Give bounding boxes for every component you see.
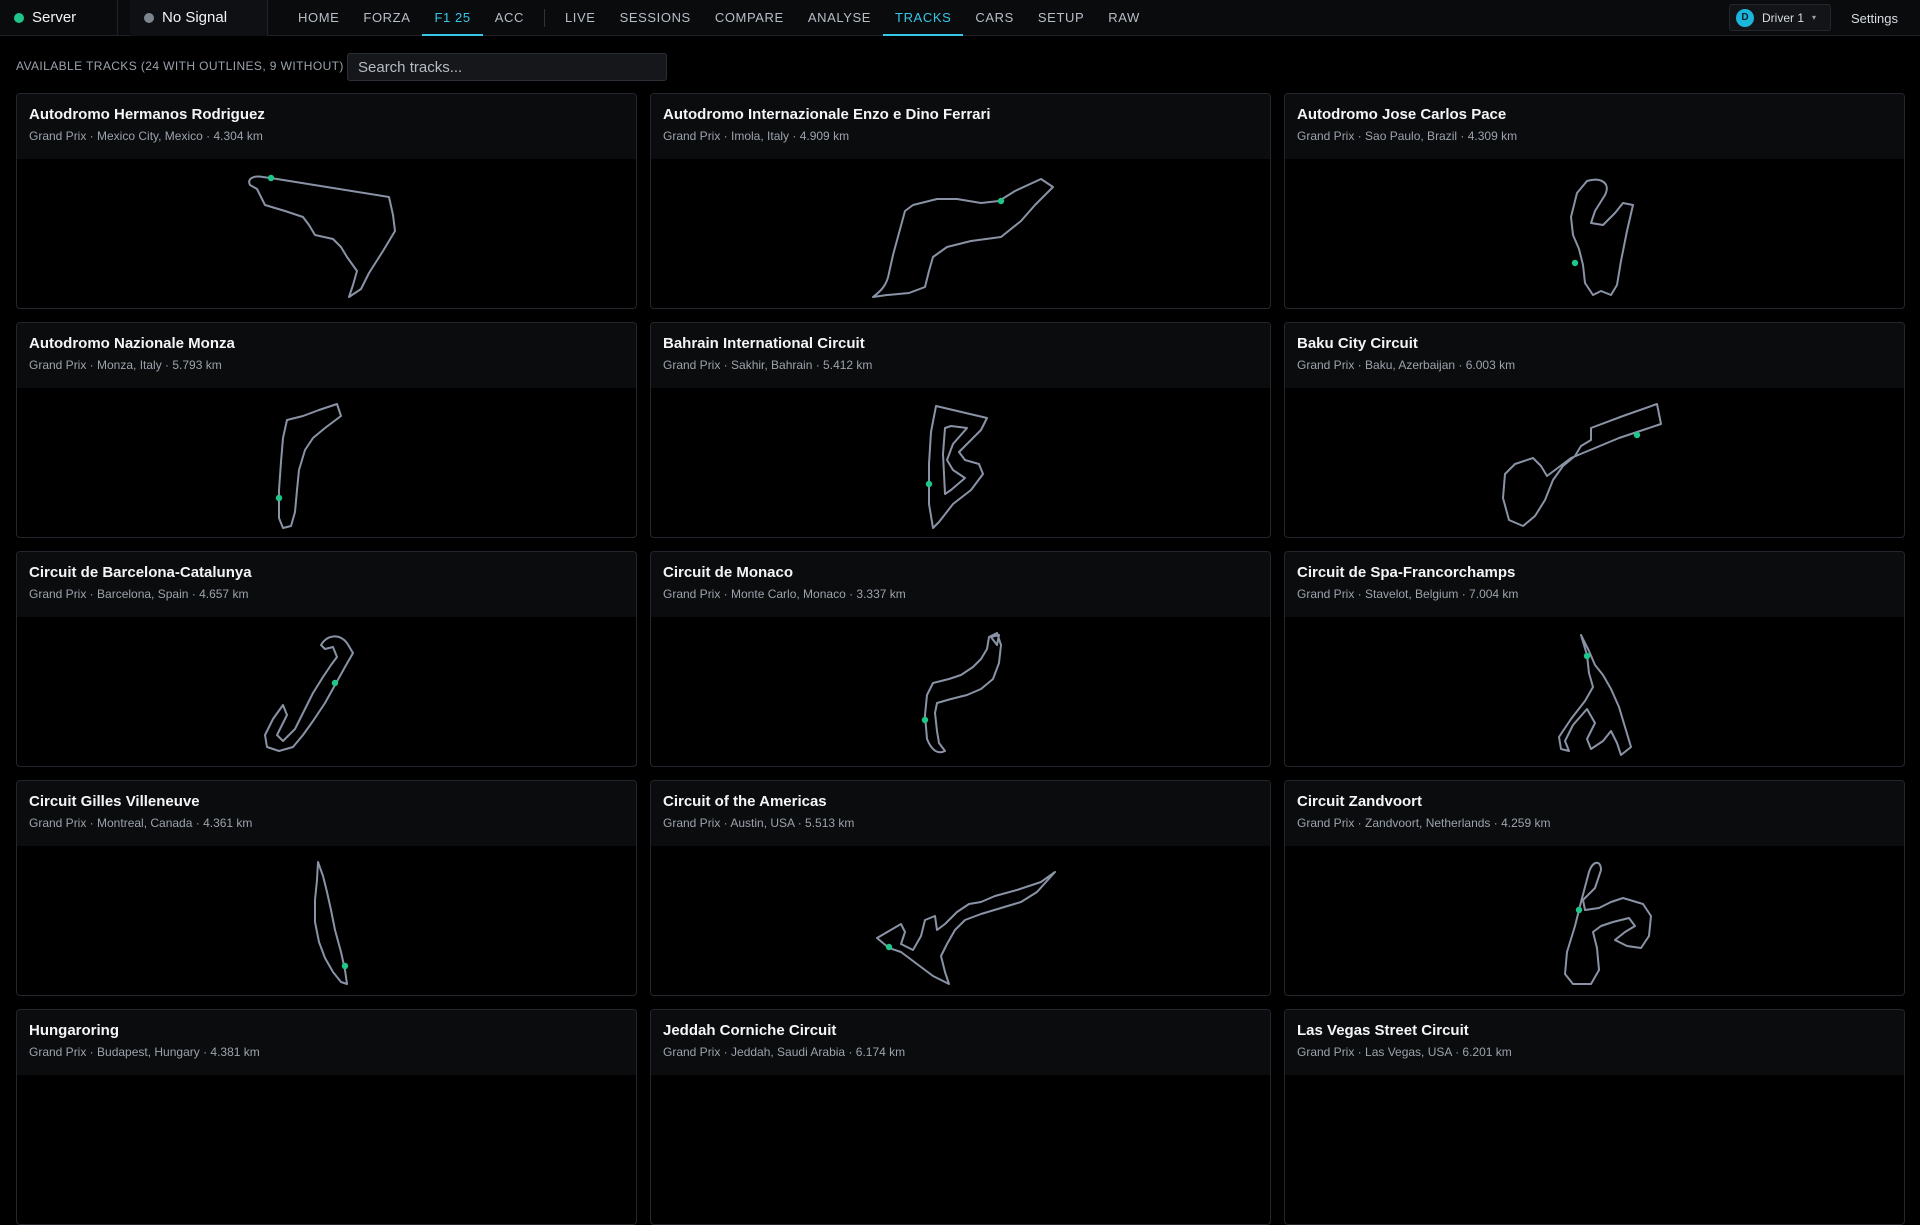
track-subtitle: Grand Prix · Barcelona, Spain · 4.657 km [29, 587, 249, 601]
nav-f1-25[interactable]: F1 25 [422, 0, 483, 36]
nav-divider [543, 8, 545, 27]
track-card[interactable]: Circuit de Barcelona-Catalunya Grand Pri… [16, 551, 637, 767]
nav-acc[interactable]: ACC [483, 0, 536, 36]
track-card[interactable]: Las Vegas Street Circuit Grand Prix · La… [1284, 1009, 1905, 1225]
track-subtitle: Grand Prix · Stavelot, Belgium · 7.004 k… [1297, 587, 1519, 601]
track-outline-zandvoort [1563, 861, 1652, 985]
track-outline-cota [875, 870, 1056, 985]
track-name: Autodromo Nazionale Monza [29, 335, 235, 352]
track-card[interactable]: Autodromo Jose Carlos Pace Grand Prix · … [1284, 93, 1905, 309]
track-outline-montreal [313, 860, 348, 985]
track-subtitle: Grand Prix · Monte Carlo, Monaco · 3.337… [663, 587, 906, 601]
track-grid: Autodromo Hermanos Rodriguez Grand Prix … [16, 93, 1905, 1225]
track-subtitle: Grand Prix · Jeddah, Saudi Arabia · 6.17… [663, 1045, 906, 1059]
track-card[interactable]: Circuit de Spa-Francorchamps Grand Prix … [1284, 551, 1905, 767]
main-nav: HOME FORZA F1 25 ACC LIVE SESSIONS COMPA… [286, 0, 1152, 36]
track-card[interactable]: Bahrain International Circuit Grand Prix… [650, 322, 1271, 538]
track-card[interactable]: Jeddah Corniche Circuit Grand Prix · Jed… [650, 1009, 1271, 1225]
nav-analyse[interactable]: ANALYSE [796, 0, 883, 36]
track-outline-spa [1557, 633, 1632, 756]
track-outline-baku [1501, 402, 1662, 527]
nav-compare[interactable]: COMPARE [703, 0, 796, 36]
track-outline-imola [871, 177, 1054, 298]
track-name: Circuit de Spa-Francorchamps [1297, 564, 1516, 581]
track-outline-monaco [921, 631, 1002, 753]
track-name: Circuit de Barcelona-Catalunya [29, 564, 252, 581]
server-status-dot-icon [14, 12, 24, 23]
track-name: Autodromo Internazionale Enzo e Dino Fer… [663, 106, 991, 123]
track-card[interactable]: Baku City Circuit Grand Prix · Baku, Aze… [1284, 322, 1905, 538]
signal-status: No Signal [130, 0, 268, 36]
track-card[interactable]: Autodromo Nazionale Monza Grand Prix · M… [16, 322, 637, 538]
nav-sessions[interactable]: SESSIONS [608, 0, 703, 36]
track-subtitle: Grand Prix · Budapest, Hungary · 4.381 k… [29, 1045, 260, 1059]
track-name: Circuit Gilles Villeneuve [29, 793, 200, 810]
track-subtitle: Grand Prix · Monza, Italy · 5.793 km [29, 358, 222, 372]
track-outline-barcelona [263, 635, 354, 752]
track-subtitle: Grand Prix · Las Vegas, USA · 6.201 km [1297, 1045, 1512, 1059]
settings-link[interactable]: Settings [1851, 0, 1898, 36]
nav-forza[interactable]: FORZA [351, 0, 422, 36]
track-name: Circuit Zandvoort [1297, 793, 1423, 810]
avatar: D [1736, 8, 1754, 27]
track-subtitle: Grand Prix · Montreal, Canada · 4.361 km [29, 816, 253, 830]
track-name: Circuit de Monaco [663, 564, 794, 581]
tracks-count-label: AVAILABLE TRACKS (24 WITH OUTLINES, 9 WI… [16, 59, 344, 73]
track-subtitle: Grand Prix · Mexico City, Mexico · 4.304… [29, 129, 263, 143]
track-subtitle: Grand Prix · Austin, USA · 5.513 km [663, 816, 855, 830]
track-name: Autodromo Hermanos Rodriguez [29, 106, 265, 123]
track-card[interactable]: Circuit Gilles Villeneuve Grand Prix · M… [16, 780, 637, 996]
nav-setup[interactable]: SETUP [1026, 0, 1096, 36]
nav-raw[interactable]: RAW [1096, 0, 1152, 36]
track-name: Las Vegas Street Circuit [1297, 1022, 1469, 1039]
track-name: Autodromo Jose Carlos Pace [1297, 106, 1507, 123]
nav-cars[interactable]: CARS [963, 0, 1026, 36]
track-card[interactable]: Autodromo Hermanos Rodriguez Grand Prix … [16, 93, 637, 309]
track-name: Baku City Circuit [1297, 335, 1418, 352]
track-outline-monza [275, 402, 342, 529]
chevron-down-icon: ▾ [1812, 13, 1817, 22]
driver-name: Driver 1 [1762, 10, 1805, 25]
top-bar: Server No Signal HOME FORZA F1 25 ACC LI… [0, 0, 1920, 36]
track-card[interactable]: Circuit de Monaco Grand Prix · Monte Car… [650, 551, 1271, 767]
track-card[interactable]: Autodromo Internazionale Enzo e Dino Fer… [650, 93, 1271, 309]
driver-selector[interactable]: D Driver 1 ▾ [1729, 4, 1831, 31]
server-status-label: Server [32, 9, 77, 26]
track-outline-hermanos-rodriguez [247, 174, 396, 298]
track-name: Hungaroring [29, 1022, 119, 1039]
track-name: Circuit of the Americas [663, 793, 827, 810]
track-card[interactable]: Hungaroring Grand Prix · Budapest, Hunga… [16, 1009, 637, 1225]
track-name: Jeddah Corniche Circuit [663, 1022, 837, 1039]
track-subtitle: Grand Prix · Sao Paulo, Brazil · 4.309 k… [1297, 129, 1518, 143]
nav-tracks[interactable]: TRACKS [883, 0, 964, 36]
track-outline-bahrain [925, 404, 988, 529]
track-subtitle: Grand Prix · Baku, Azerbaijan · 6.003 km [1297, 358, 1516, 372]
nav-home[interactable]: HOME [286, 0, 351, 36]
server-status: Server [0, 0, 118, 36]
track-name: Bahrain International Circuit [663, 335, 865, 352]
track-card[interactable]: Circuit Zandvoort Grand Prix · Zandvoort… [1284, 780, 1905, 996]
nav-live[interactable]: LIVE [553, 0, 608, 36]
track-outline-interlagos [1569, 178, 1634, 296]
signal-status-dot-icon [144, 12, 154, 23]
track-subtitle: Grand Prix · Imola, Italy · 4.909 km [663, 129, 850, 143]
track-subtitle: Grand Prix · Zandvoort, Netherlands · 4.… [1297, 816, 1551, 830]
signal-status-label: No Signal [162, 9, 228, 26]
track-subtitle: Grand Prix · Sakhir, Bahrain · 5.412 km [663, 358, 873, 372]
track-card[interactable]: Circuit of the Americas Grand Prix · Aus… [650, 780, 1271, 996]
search-input[interactable] [347, 53, 667, 81]
